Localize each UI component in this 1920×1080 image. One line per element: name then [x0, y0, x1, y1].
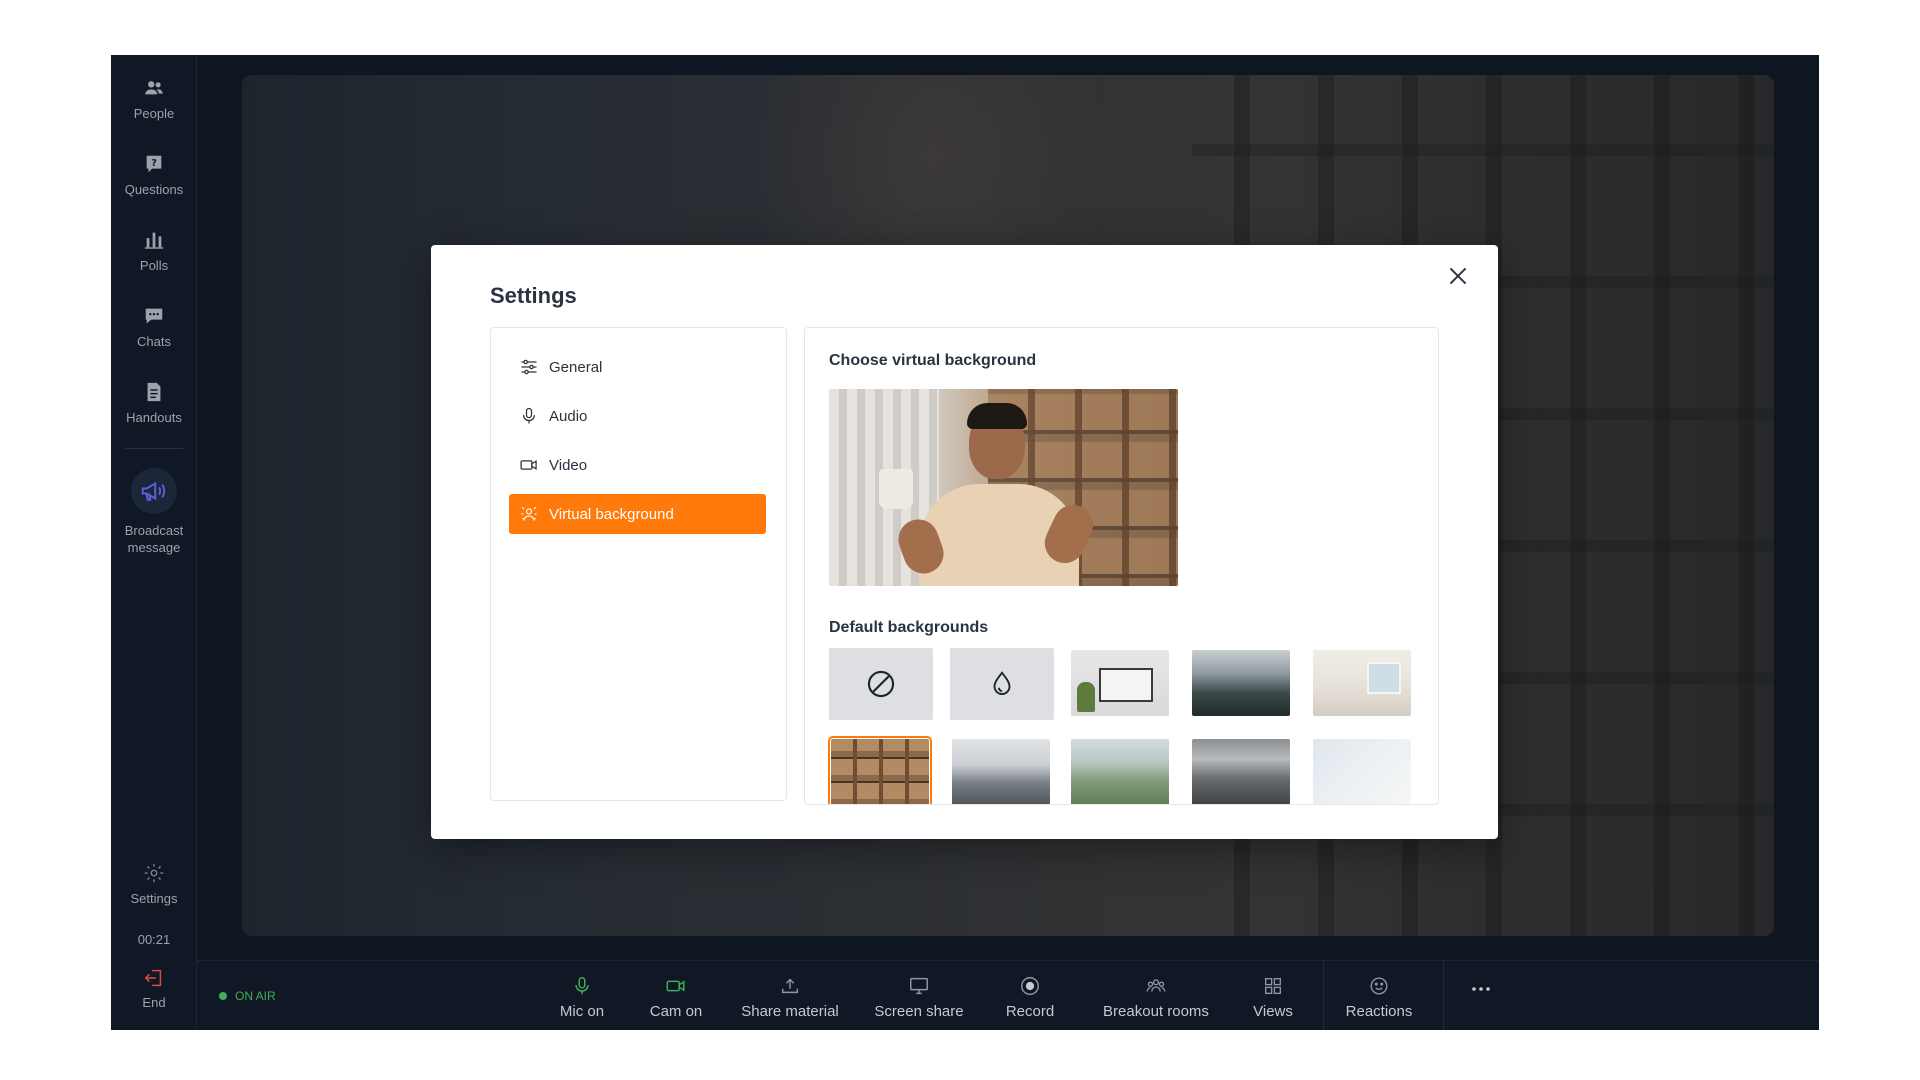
sidebar-item-label: Handouts [126, 410, 182, 425]
record-icon [1021, 977, 1039, 995]
question-icon: ? [146, 155, 162, 173]
sidebar-item-people[interactable]: People [111, 77, 197, 122]
sidebar-item-label: People [133, 106, 175, 121]
grid-icon [1264, 977, 1282, 995]
broadcast-label-line2: message [127, 540, 181, 555]
share-material-button[interactable]: Share material [735, 969, 845, 1023]
nav-item-label: General [549, 358, 603, 376]
sidebar-item-label: Polls [139, 258, 169, 273]
sidebar-item-label: Chats [137, 334, 171, 349]
nav-item-label: Audio [549, 407, 588, 425]
views-button[interactable]: Views [1243, 969, 1303, 1023]
breakout-rooms-button[interactable]: Breakout rooms [1094, 969, 1218, 1023]
nav-item-virtual-background[interactable]: Virtual background [509, 494, 766, 534]
background-thumb-office[interactable] [1192, 739, 1290, 804]
sidebar-divider [125, 448, 183, 449]
nav-item-label: Video [549, 456, 588, 474]
background-thumb-light[interactable] [1313, 739, 1411, 804]
broadcast-label: Broadcast [124, 523, 184, 538]
smile-icon [1370, 977, 1388, 995]
blur-drop-icon [993, 671, 1011, 695]
megaphone-icon [141, 481, 166, 501]
views-label: Views [1253, 1003, 1293, 1020]
mic-button[interactable]: Mic on [547, 969, 617, 1023]
sliders-icon [521, 359, 537, 375]
end-label: End [142, 995, 166, 1010]
close-icon[interactable] [1445, 263, 1471, 289]
more-options-button[interactable] [1457, 977, 1505, 1030]
on-air-label: ON AIR [235, 989, 276, 1003]
sidebar-item-questions[interactable]: ? Questions [111, 153, 197, 198]
virtual-background-icon [521, 506, 537, 521]
group-icon [1146, 979, 1166, 992]
toolbar-divider [1443, 961, 1444, 1030]
toolbar-divider [1323, 961, 1324, 1030]
gear-icon [144, 863, 164, 883]
document-icon [147, 382, 161, 402]
chat-icon [145, 308, 163, 324]
svg-text:?: ? [151, 158, 157, 169]
background-thumb-forest[interactable] [1192, 650, 1290, 716]
sidebar-item-broadcast-message[interactable]: Broadcast message [111, 468, 197, 556]
nav-item-general[interactable]: General [509, 347, 766, 387]
nav-item-audio[interactable]: Audio [509, 396, 766, 436]
bottom-toolbar: ON AIR Mic on Cam on Share material Scre… [197, 960, 1819, 1030]
background-thumb-whiteboard[interactable] [1071, 650, 1169, 716]
background-thumb-mountains[interactable] [952, 739, 1050, 804]
preview-person-hair [967, 403, 1027, 429]
default-backgrounds-title: Default backgrounds [829, 619, 989, 636]
camera-label: Cam on [649, 1003, 703, 1020]
bar-chart-icon [144, 232, 164, 249]
settings-modal: Settings General Audio Video Virtual bac… [431, 245, 1498, 839]
broadcast-button[interactable] [131, 468, 177, 514]
screen-share-button[interactable]: Screen share [869, 969, 969, 1023]
sidebar-item-label: Questions [124, 182, 184, 197]
sidebar-item-polls[interactable]: Polls [111, 229, 197, 274]
end-button[interactable]: End [111, 967, 197, 1010]
screen-share-label: Screen share [874, 1003, 964, 1020]
modal-title: Settings [490, 283, 577, 308]
microphone-icon [575, 977, 589, 995]
monitor-icon [910, 977, 928, 995]
share-material-label: Share material [741, 1003, 839, 1020]
record-label: Record [1005, 1003, 1055, 1020]
background-thumb-valley[interactable] [1071, 739, 1169, 804]
video-camera-icon [520, 460, 537, 470]
upload-icon [781, 978, 799, 994]
nav-item-video[interactable]: Video [509, 445, 766, 485]
settings-nav: General Audio Video Virtual background [490, 327, 787, 801]
no-background-icon [867, 670, 895, 698]
background-preview [829, 389, 1178, 586]
preview-lamp [879, 469, 913, 509]
reactions-button[interactable]: Reactions [1335, 969, 1423, 1023]
sidebar-item-handouts[interactable]: Handouts [111, 381, 197, 426]
background-thumb-bright-room[interactable] [1313, 650, 1411, 716]
reactions-label: Reactions [1345, 1003, 1413, 1020]
on-air-status: ON AIR [219, 989, 276, 1003]
camera-icon [666, 980, 685, 992]
more-dots-icon [1472, 987, 1490, 991]
sidebar-item-chats[interactable]: Chats [111, 305, 197, 350]
microphone-icon [522, 407, 536, 424]
choose-background-title: Choose virtual background [829, 352, 1037, 369]
sidebar: People ? Questions Polls Chats Handouts … [111, 55, 197, 1030]
exit-icon [144, 969, 162, 987]
background-option-none[interactable] [829, 648, 933, 720]
session-timer: 00:21 [137, 932, 171, 947]
nav-item-label: Virtual background [549, 505, 674, 523]
status-dot [219, 992, 227, 1000]
virtual-background-panel: Choose virtual background Default backgr… [804, 327, 1439, 805]
people-icon [145, 81, 163, 95]
sidebar-item-label: Settings [130, 891, 178, 906]
background-thumb-bookshelves[interactable] [828, 736, 932, 804]
record-button[interactable]: Record [997, 969, 1063, 1023]
sidebar-item-settings[interactable]: Settings [111, 862, 197, 907]
background-option-blur[interactable] [950, 648, 1054, 720]
camera-button[interactable]: Cam on [639, 969, 713, 1023]
breakout-rooms-label: Breakout rooms [1103, 1003, 1209, 1020]
mic-label: Mic on [559, 1003, 605, 1020]
